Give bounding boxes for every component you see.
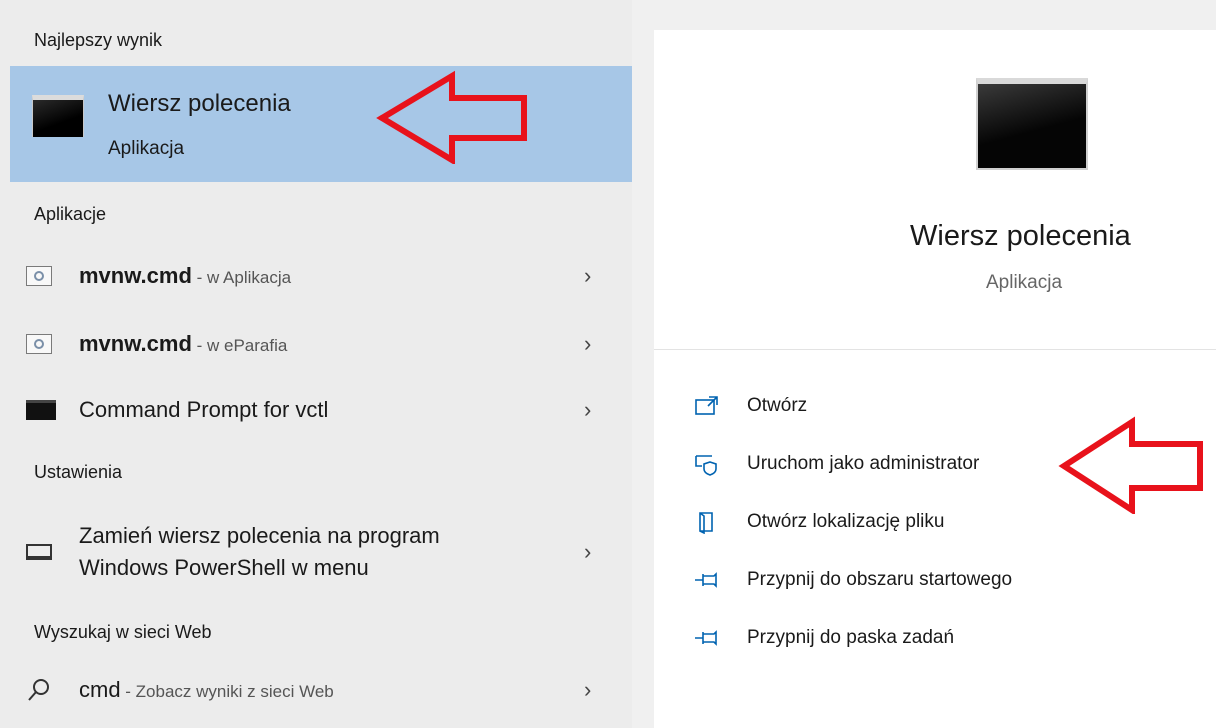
app-result-command-prompt-vctl[interactable]: Command Prompt for vctl › <box>0 380 632 440</box>
action-label: Uruchom jako administrator <box>747 453 980 474</box>
settings-result-powershell[interactable]: Zamień wiersz polecenia na program Windo… <box>0 512 632 592</box>
best-match-subtitle: Aplikacja <box>108 138 185 159</box>
terminal-icon <box>26 400 56 420</box>
action-label: Przypnij do paska zadań <box>747 627 955 648</box>
chevron-right-icon[interactable]: › <box>584 539 591 565</box>
search-icon <box>28 679 49 701</box>
settings-line-1: Zamień wiersz polecenia na program <box>79 523 440 548</box>
preview-subtitle: Aplikacja <box>986 272 1063 293</box>
app-result-mvnw-aplikacja[interactable]: mvnw.cmd - w Aplikacja › <box>0 246 632 306</box>
best-match-item[interactable]: Wiersz polecenia Aplikacja <box>10 66 632 182</box>
preview-pane: Wiersz polecenia Aplikacja Otwórz Urucho… <box>654 30 1216 728</box>
chevron-right-icon[interactable]: › <box>584 397 591 423</box>
action-pin-taskbar[interactable]: Przypnij do paska zadań <box>694 618 1194 658</box>
settings-header: Ustawienia <box>34 462 123 482</box>
app-name: mvnw.cmd <box>79 263 192 288</box>
monitor-icon <box>26 544 52 560</box>
chevron-right-icon[interactable]: › <box>584 331 591 357</box>
command-prompt-large-icon <box>976 78 1088 170</box>
pin-icon <box>695 630 717 646</box>
app-result-mvnw-eparafia[interactable]: mvnw.cmd - w eParafia › <box>0 314 632 374</box>
command-prompt-icon <box>32 95 84 137</box>
web-query: cmd <box>79 677 121 702</box>
apps-header: Aplikacje <box>34 204 107 224</box>
best-match-title: Wiersz polecenia <box>108 90 291 117</box>
app-name: mvnw.cmd <box>79 331 192 356</box>
settings-line-2: Windows PowerShell w menu <box>79 555 369 580</box>
action-label: Otwórz <box>747 395 808 416</box>
cmd-file-icon <box>26 266 52 286</box>
open-icon <box>695 396 718 415</box>
annotation-arrow-left <box>376 70 527 164</box>
best-match-header: Najlepszy wynik <box>34 30 163 50</box>
action-label: Przypnij do obszaru startowego <box>747 569 1013 590</box>
web-search-result[interactable]: cmd - Zobacz wyniki z sieci Web › <box>0 660 632 720</box>
web-suffix: - Zobacz wyniki z sieci Web <box>120 682 334 701</box>
pin-icon <box>695 572 717 588</box>
app-location: - w eParafia <box>191 336 288 355</box>
chevron-right-icon[interactable]: › <box>584 677 591 703</box>
web-search-header: Wyszukaj w sieci Web <box>34 622 212 642</box>
file-location-icon <box>699 512 713 534</box>
chevron-right-icon[interactable]: › <box>584 263 591 289</box>
app-location: - w Aplikacja <box>191 268 292 287</box>
app-name: Command Prompt for vctl <box>79 397 329 422</box>
cmd-file-icon <box>26 334 52 354</box>
shield-admin-icon <box>695 455 717 476</box>
action-pin-start[interactable]: Przypnij do obszaru startowego <box>694 560 1194 600</box>
divider <box>654 349 1216 350</box>
annotation-arrow-left <box>1058 416 1203 514</box>
preview-title: Wiersz polecenia <box>910 220 1131 252</box>
search-results-pane: Najlepszy wynik Wiersz polecenia Aplikac… <box>0 0 632 728</box>
action-label: Otwórz lokalizację pliku <box>747 511 945 532</box>
